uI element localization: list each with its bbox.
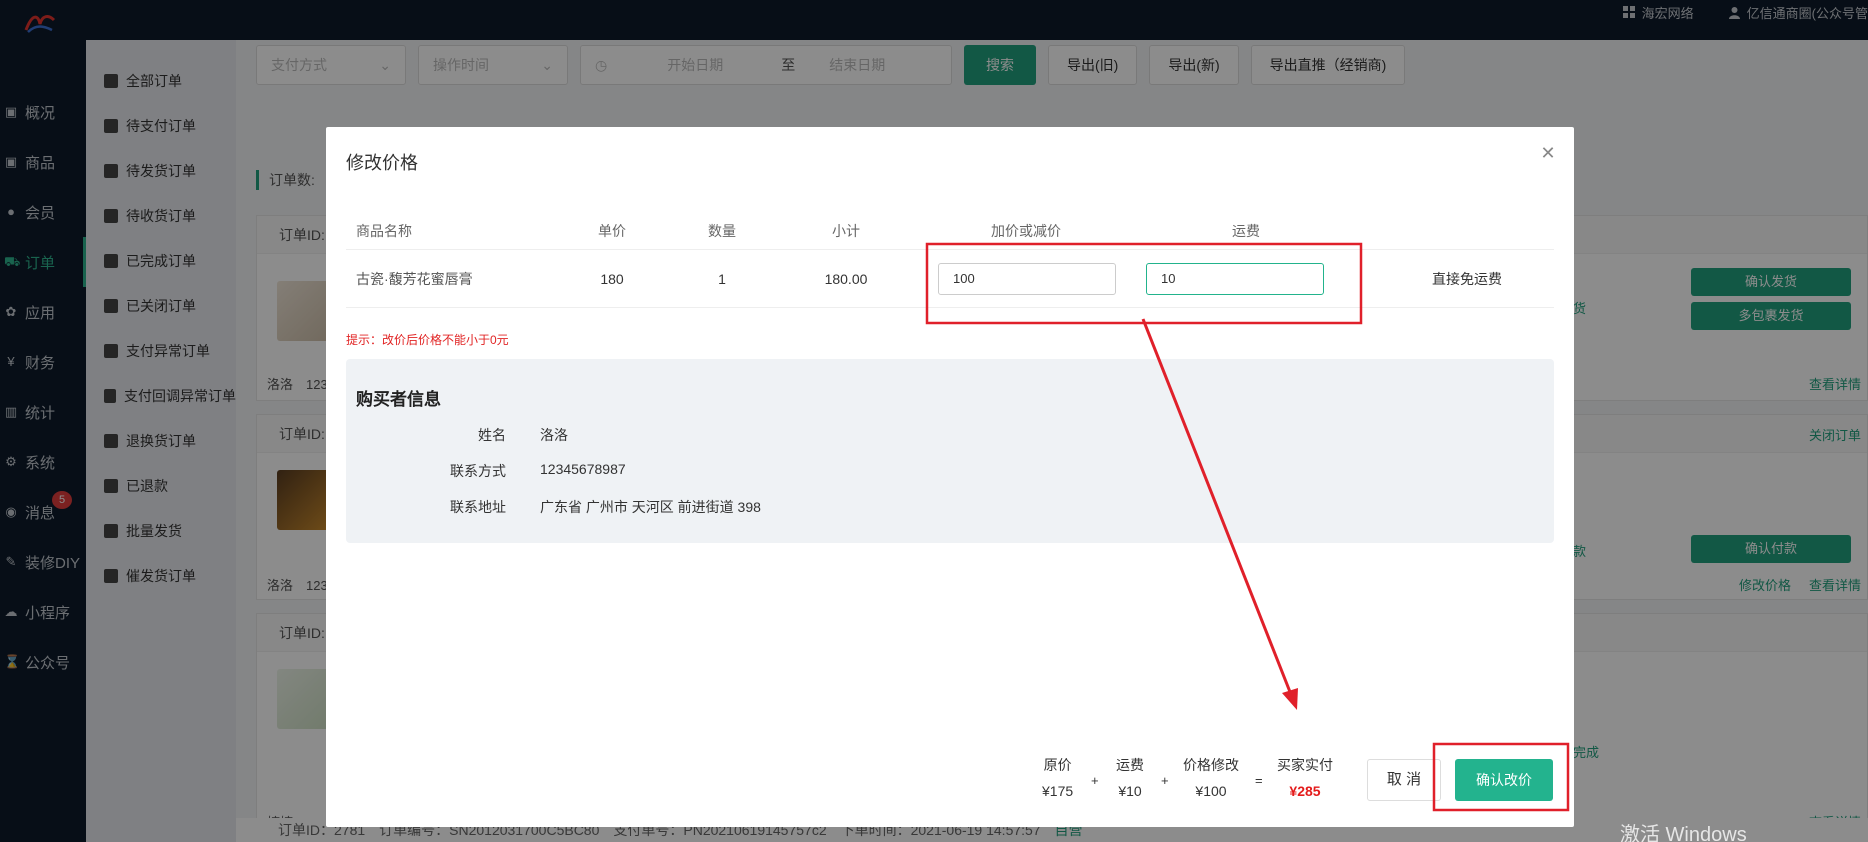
annotation-box-confirm: [1432, 742, 1570, 812]
annotation-overlay: [925, 242, 1570, 812]
annotation-arrow-head: [1282, 688, 1298, 710]
windows-watermark: 激活 Windows: [1620, 824, 1747, 842]
annotation-box-inputs: [925, 242, 1363, 325]
annotation-arrow-line: [1141, 318, 1294, 698]
